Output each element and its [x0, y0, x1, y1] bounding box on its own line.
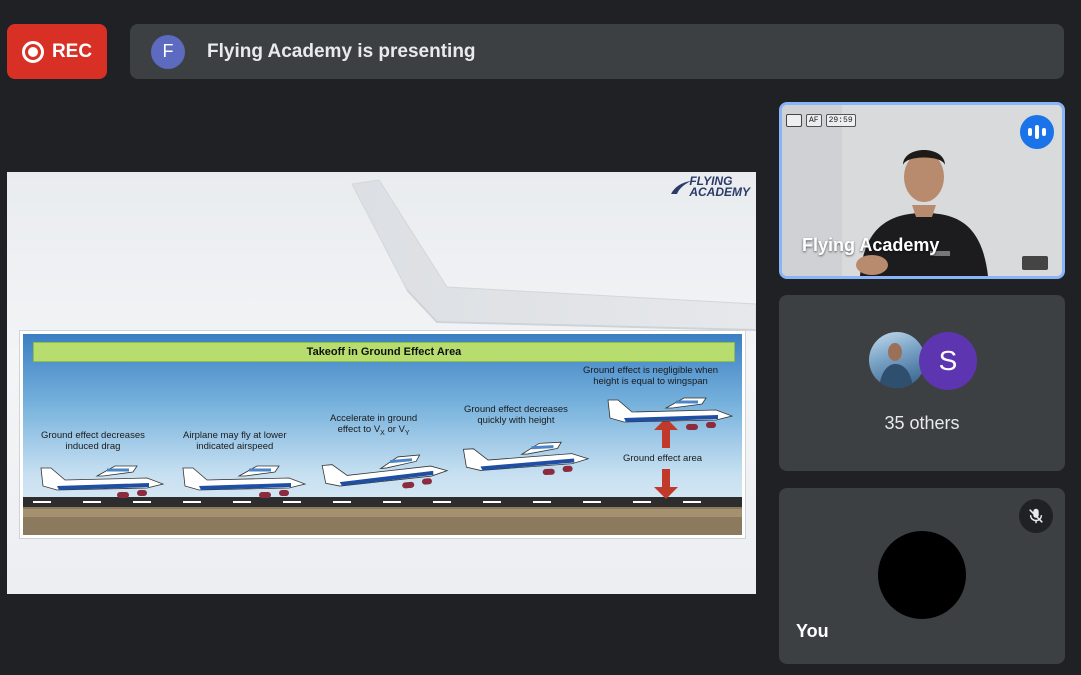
runway-graphic [23, 497, 742, 535]
airplane-stage5 [607, 397, 734, 430]
airplane-stage3 [321, 454, 449, 489]
hud-time: 29:59 [825, 113, 856, 127]
presenter-avatar: F [151, 34, 185, 69]
presenting-banner: F Flying Academy is presenting [130, 24, 1064, 79]
others-tile[interactable]: S 35 others [779, 295, 1065, 471]
wing-background-image [351, 179, 756, 331]
zoom-icon[interactable] [1022, 256, 1048, 270]
participant-photo-avatar [869, 332, 925, 388]
others-count-label: 35 others [884, 413, 960, 433]
stage3-label: Accelerate in ground effect to VX or VY [330, 413, 418, 437]
self-tile[interactable]: You [779, 488, 1065, 664]
camera-icon [786, 113, 802, 127]
airplane-stage1 [40, 465, 165, 498]
airplane-stage4 [462, 441, 590, 476]
recording-label: REC [51, 40, 93, 62]
ground-effect-diagram: Takeoff in Ground Effect Area Ground eff [19, 330, 746, 539]
record-icon [21, 40, 44, 63]
logo-swoosh-icon [671, 181, 692, 194]
stage1-label: Ground effect decreases induced drag [41, 430, 145, 452]
mic-off-icon[interactable] [1019, 499, 1053, 533]
presenter-name: Flying Academy [802, 235, 940, 255]
logo-text-line2: ACADEMY [689, 185, 750, 199]
hud-indicator: AF [806, 113, 822, 127]
arrow-down-icon [654, 469, 678, 499]
shared-screen: FLYING ACADEMY Takeoff in Ground Effect … [7, 172, 756, 594]
presenting-text: Flying Academy is presenting [207, 40, 476, 62]
recording-indicator[interactable]: REC [7, 24, 107, 79]
camera-overlay: AF 29:59 [786, 113, 856, 127]
participant-avatar-s: S [919, 332, 977, 390]
presenter-video-tile[interactable]: AF 29:59 Flying Academy [779, 102, 1065, 279]
speaking-indicator-icon [1020, 115, 1054, 149]
ground-effect-area-label: Ground effect area [623, 453, 703, 464]
stage2-label: Airplane may fly at lower indicated airsp… [183, 430, 287, 452]
self-avatar [878, 531, 966, 619]
flying-academy-logo: FLYING ACADEMY [671, 175, 750, 199]
self-label: You [796, 621, 829, 641]
diagram-title: Takeoff in Ground Effect Area [33, 342, 735, 362]
airplane-stage2 [182, 465, 307, 498]
stage5-label: Ground effect is negligible when height i… [583, 365, 719, 387]
stage4-label: Ground effect decreases quickly with heig… [464, 404, 568, 426]
